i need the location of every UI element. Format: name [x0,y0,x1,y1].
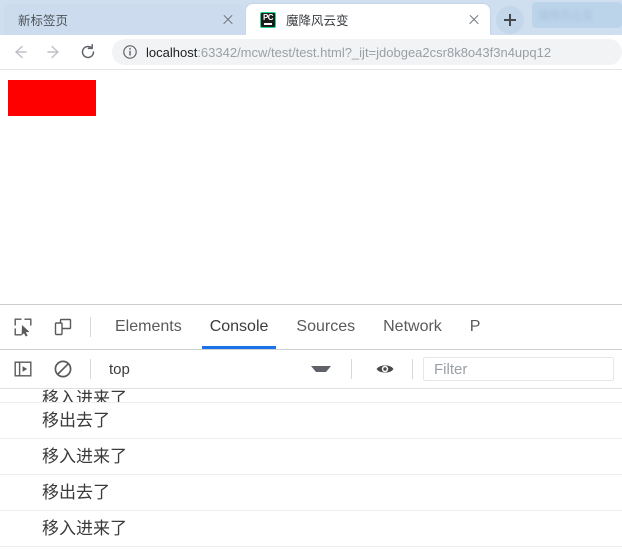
chevron-down-icon [311,366,331,372]
devtools-panel: Elements Console Sources Network P top F… [0,304,622,549]
clear-console-icon[interactable] [46,352,80,386]
console-message-row[interactable]: 移入进来了 [0,511,622,547]
live-expression-eye-icon[interactable] [368,352,402,386]
address-bar-host: localhost [146,44,198,60]
browser-window: 新标签页 PC 魔降风云变 魔降风云变 localhost:63342/mcw/… [0,0,622,549]
pycharm-icon: PC [260,11,276,28]
devtools-tab-network[interactable]: Network [369,305,456,349]
console-sidebar-icon[interactable] [6,352,40,386]
close-icon[interactable] [220,12,236,28]
tab-new-tab-page[interactable]: 新标签页 [4,4,244,35]
forward-arrow-icon[interactable] [40,38,68,66]
console-message-text: 移入进来了 [42,389,127,403]
address-bar-path: :63342/mcw/test/test.html?_ijt=jdobgea2c… [197,44,552,60]
background-window-title: 魔降风云变 [538,10,593,22]
console-message-row[interactable]: 移出去了 [0,403,622,439]
devtools-tab-sources[interactable]: Sources [282,305,369,349]
browser-toolbar: localhost:63342/mcw/test/test.html?_ijt=… [0,35,622,70]
new-tab-button[interactable] [496,6,524,34]
tab-title: 魔降风云变 [286,13,349,28]
tab-active-page[interactable]: PC 魔降风云变 [246,4,490,35]
favicon-letters: PC [262,12,274,22]
close-icon[interactable] [466,12,482,28]
page-info-icon[interactable] [122,44,138,60]
favicon-bar [264,22,272,25]
background-window-ghost: 魔降风云变 [532,2,622,28]
address-bar[interactable]: localhost:63342/mcw/test/test.html?_ijt=… [112,39,622,65]
devtools-tab-bar: Elements Console Sources Network P [0,305,622,350]
devtools-tab-elements[interactable]: Elements [101,305,196,349]
console-toolbar-divider-2 [351,359,352,379]
red-hover-box[interactable] [8,80,96,116]
inspect-element-icon[interactable] [6,310,40,344]
console-message-row[interactable]: 移入进来了 [0,439,622,475]
console-toolbar-divider [90,359,91,379]
devtools-tab-performance[interactable]: P [456,305,495,349]
console-toolbar-divider-3 [412,359,413,379]
back-arrow-icon[interactable] [6,38,34,66]
page-viewport [0,70,622,304]
device-toolbar-icon[interactable] [46,310,80,344]
devtools-tab-console[interactable]: Console [196,305,283,349]
address-bar-url: localhost:63342/mcw/test/test.html?_ijt=… [146,45,551,60]
console-toolbar: top Filter [0,350,622,389]
console-message-list[interactable]: 移入进来了 移出去了 移入进来了 移出去了 移入进来了 [0,389,622,549]
tab-strip: 新标签页 PC 魔降风云变 魔降风云变 [0,0,622,35]
console-context-selector[interactable]: top [101,356,341,382]
reload-icon[interactable] [74,38,102,66]
console-context-label: top [109,360,130,378]
console-filter-input[interactable]: Filter [423,357,614,381]
console-message-row[interactable]: 移出去了 [0,475,622,511]
tab-title: 新标签页 [18,13,69,28]
console-message-row[interactable]: 移入进来了 [0,389,622,403]
toolbar-divider [90,317,91,337]
